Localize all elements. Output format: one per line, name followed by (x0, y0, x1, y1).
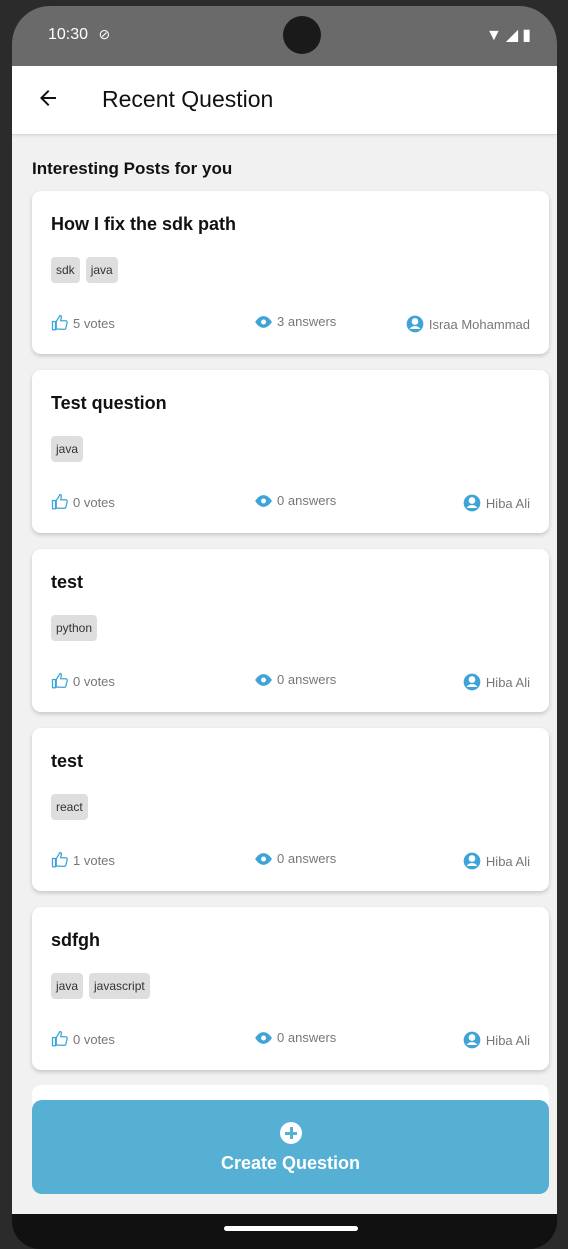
section-title: Interesting Posts for you (32, 159, 233, 178)
answers-count: 0 answers (277, 851, 337, 866)
status-time: 10:30 ⊘ (48, 26, 110, 44)
tag-chip[interactable]: python (51, 615, 98, 641)
phone-frame: 10:30 ⊘ ▼◢▮ Recent Question Interesting … (0, 0, 568, 1249)
thumbs-up-icon (51, 314, 69, 332)
answers-count: 3 answers (277, 314, 337, 329)
author-meta[interactable]: Israa Mohammad (405, 314, 530, 334)
notification-icon: ⊘ (98, 26, 111, 42)
answers-meta[interactable]: 0 answers (253, 493, 336, 508)
answers-meta[interactable]: 0 answers (253, 1030, 336, 1045)
post-card[interactable]: How I fix the sdk path sdk java 5 votes … (32, 191, 549, 354)
tag-chip[interactable]: java (85, 257, 118, 283)
post-meta: 0 votes 0 answers Hiba Ali (51, 672, 530, 692)
votes-count: 0 votes (73, 1031, 115, 1047)
create-question-button[interactable]: Create Question (32, 1100, 549, 1194)
post-title: test (51, 751, 84, 771)
user-avatar-icon (405, 314, 425, 334)
eye-icon (253, 852, 273, 866)
thumbs-up-icon (51, 1030, 69, 1048)
user-avatar-icon (462, 851, 482, 871)
home-indicator[interactable] (224, 1226, 358, 1231)
system-navigation-bar (12, 1214, 557, 1249)
votes-count: 5 votes (73, 315, 115, 331)
answers-count: 0 answers (277, 672, 337, 687)
author-name: Hiba Ali (485, 1032, 530, 1048)
post-card[interactable]: Test question java 0 votes 0 answers Hib… (32, 370, 549, 533)
post-card[interactable]: sdfgh java javascript 0 votes 0 answers (32, 907, 549, 1070)
votes-count: 0 votes (73, 494, 115, 510)
answers-meta[interactable]: 0 answers (253, 672, 336, 687)
votes-meta[interactable]: 0 votes (51, 1030, 115, 1048)
tag-chip[interactable]: java (51, 973, 84, 999)
author-meta[interactable]: Hiba Ali (462, 672, 530, 692)
post-meta: 1 votes 0 answers Hiba Ali (51, 851, 530, 871)
author-name: Hiba Ali (485, 495, 530, 511)
author-meta[interactable]: Hiba Ali (462, 851, 530, 871)
tag-chip[interactable]: java (51, 436, 84, 462)
tag-list: python (51, 615, 98, 641)
author-meta[interactable]: Hiba Ali (462, 493, 530, 513)
tag-chip[interactable]: javascript (89, 973, 150, 999)
answers-count: 0 answers (277, 1030, 337, 1045)
eye-icon (253, 494, 273, 508)
create-question-label: Create Question (220, 1153, 361, 1173)
tag-chip[interactable]: react (51, 794, 88, 820)
post-title: How I fix the sdk path (51, 214, 237, 234)
camera-cutout (283, 16, 321, 54)
tag-list: react (51, 794, 88, 820)
author-name: Israa Mohammad (428, 316, 530, 332)
author-name: Hiba Ali (485, 853, 530, 869)
tag-chip[interactable]: sdk (51, 257, 80, 283)
status-icons: ▼◢▮ (486, 25, 535, 45)
author-name: Hiba Ali (485, 674, 530, 690)
eye-icon (253, 673, 273, 687)
answers-meta[interactable]: 0 answers (253, 851, 336, 866)
eye-icon (253, 1031, 273, 1045)
battery-icon: ▮ (522, 27, 535, 44)
post-meta: 0 votes 0 answers Hiba Ali (51, 1030, 530, 1050)
back-arrow-icon[interactable] (36, 86, 60, 110)
clock-text: 10:30 (48, 26, 89, 43)
eye-icon (253, 315, 273, 329)
post-card[interactable]: test python 0 votes 0 answers Hiba Ali (32, 549, 549, 712)
votes-meta[interactable]: 1 votes (51, 851, 115, 869)
tag-list: java javascript (51, 973, 150, 999)
wifi-icon: ▼ (486, 27, 506, 44)
page-title: Recent Question (102, 86, 274, 112)
answers-meta[interactable]: 3 answers (253, 314, 336, 329)
post-meta: 5 votes 3 answers Israa Mohammad (51, 314, 530, 334)
post-title: sdfgh (51, 930, 100, 950)
thumbs-up-icon (51, 672, 69, 690)
tag-list: java (51, 436, 84, 462)
votes-meta[interactable]: 0 votes (51, 493, 115, 511)
status-bar: 10:30 ⊘ ▼◢▮ (12, 6, 557, 66)
votes-meta[interactable]: 0 votes (51, 672, 115, 690)
post-title: Test question (51, 393, 167, 413)
votes-count: 0 votes (73, 673, 115, 689)
plus-circle-icon (279, 1122, 302, 1144)
user-avatar-icon (462, 672, 482, 692)
thumbs-up-icon (51, 493, 69, 511)
thumbs-up-icon (51, 851, 69, 869)
post-meta: 0 votes 0 answers Hiba Ali (51, 493, 530, 513)
post-card[interactable]: test react 1 votes 0 answers Hiba Ali (32, 728, 549, 891)
author-meta[interactable]: Hiba Ali (462, 1030, 530, 1050)
votes-count: 1 votes (73, 852, 115, 868)
user-avatar-icon (462, 493, 482, 513)
votes-meta[interactable]: 5 votes (51, 314, 115, 332)
app-bar: Recent Question (12, 66, 557, 135)
signal-icon: ◢ (505, 27, 523, 44)
post-title: test (51, 572, 84, 592)
user-avatar-icon (462, 1030, 482, 1050)
answers-count: 0 answers (277, 493, 337, 508)
post-list[interactable]: How I fix the sdk path sdk java 5 votes … (32, 191, 549, 1086)
app-screen: Recent Question Interesting Posts for yo… (12, 66, 557, 1214)
tag-list: sdk java (51, 257, 118, 283)
